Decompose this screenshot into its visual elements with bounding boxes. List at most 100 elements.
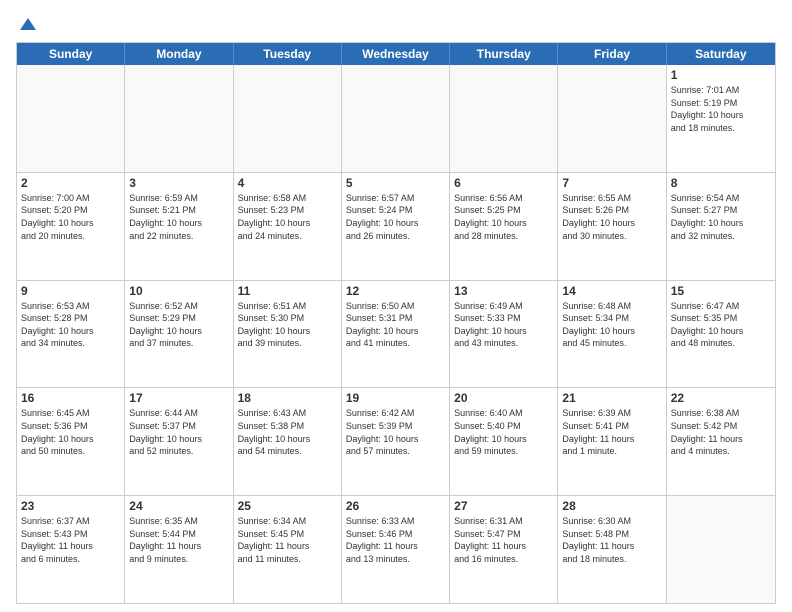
day-info: Sunrise: 6:45 AM Sunset: 5:36 PM Dayligh… [21,407,120,457]
day-info: Sunrise: 6:54 AM Sunset: 5:27 PM Dayligh… [671,192,771,242]
day-info: Sunrise: 6:35 AM Sunset: 5:44 PM Dayligh… [129,515,228,565]
day-info: Sunrise: 6:52 AM Sunset: 5:29 PM Dayligh… [129,300,228,350]
day-info: Sunrise: 6:42 AM Sunset: 5:39 PM Dayligh… [346,407,445,457]
calendar-cell: 11 Sunrise: 6:51 AM Sunset: 5:30 PM Dayli… [234,281,342,388]
calendar-cell: 7 Sunrise: 6:55 AM Sunset: 5:26 PM Daylig… [558,173,666,280]
day-info: Sunrise: 6:49 AM Sunset: 5:33 PM Dayligh… [454,300,553,350]
calendar-cell: 28 Sunrise: 6:30 AM Sunset: 5:48 PM Dayli… [558,496,666,603]
day-number: 18 [238,391,337,405]
day-info: Sunrise: 6:55 AM Sunset: 5:26 PM Dayligh… [562,192,661,242]
calendar-cell: 19 Sunrise: 6:42 AM Sunset: 5:39 PM Dayli… [342,388,450,495]
day-number: 15 [671,284,771,298]
calendar-cell: 23 Sunrise: 6:37 AM Sunset: 5:43 PM Dayli… [17,496,125,603]
weekday-header-thursday: Thursday [450,43,558,65]
day-info: Sunrise: 6:53 AM Sunset: 5:28 PM Dayligh… [21,300,120,350]
day-number: 26 [346,499,445,513]
calendar-cell: 15 Sunrise: 6:47 AM Sunset: 5:35 PM Dayli… [667,281,775,388]
day-number: 11 [238,284,337,298]
calendar-header: SundayMondayTuesdayWednesdayThursdayFrid… [17,43,775,65]
logo-icon [18,16,38,36]
day-number: 13 [454,284,553,298]
day-number: 4 [238,176,337,190]
day-info: Sunrise: 7:01 AM Sunset: 5:19 PM Dayligh… [671,84,771,134]
day-info: Sunrise: 6:58 AM Sunset: 5:23 PM Dayligh… [238,192,337,242]
day-info: Sunrise: 6:59 AM Sunset: 5:21 PM Dayligh… [129,192,228,242]
calendar-cell: 1 Sunrise: 7:01 AM Sunset: 5:19 PM Daylig… [667,65,775,172]
day-number: 21 [562,391,661,405]
calendar-cell: 6 Sunrise: 6:56 AM Sunset: 5:25 PM Daylig… [450,173,558,280]
calendar-cell: 21 Sunrise: 6:39 AM Sunset: 5:41 PM Dayli… [558,388,666,495]
calendar-cell: 4 Sunrise: 6:58 AM Sunset: 5:23 PM Daylig… [234,173,342,280]
day-number: 22 [671,391,771,405]
day-number: 28 [562,499,661,513]
weekday-header-friday: Friday [558,43,666,65]
weekday-header-saturday: Saturday [667,43,775,65]
logo [16,16,38,36]
day-info: Sunrise: 6:44 AM Sunset: 5:37 PM Dayligh… [129,407,228,457]
day-number: 8 [671,176,771,190]
day-info: Sunrise: 6:34 AM Sunset: 5:45 PM Dayligh… [238,515,337,565]
day-number: 10 [129,284,228,298]
day-number: 20 [454,391,553,405]
day-number: 19 [346,391,445,405]
day-info: Sunrise: 6:38 AM Sunset: 5:42 PM Dayligh… [671,407,771,457]
header [16,12,776,36]
calendar-cell [234,65,342,172]
day-info: Sunrise: 6:56 AM Sunset: 5:25 PM Dayligh… [454,192,553,242]
calendar-cell [17,65,125,172]
calendar-row-1: 2Sunrise: 7:00 AM Sunset: 5:20 PM Daylig… [17,173,775,281]
day-info: Sunrise: 6:51 AM Sunset: 5:30 PM Dayligh… [238,300,337,350]
day-number: 5 [346,176,445,190]
calendar-row-4: 23 Sunrise: 6:37 AM Sunset: 5:43 PM Dayli… [17,496,775,603]
day-info: Sunrise: 6:50 AM Sunset: 5:31 PM Dayligh… [346,300,445,350]
day-info: Sunrise: 6:48 AM Sunset: 5:34 PM Dayligh… [562,300,661,350]
day-number: 17 [129,391,228,405]
page: SundayMondayTuesdayWednesdayThursdayFrid… [0,0,792,612]
day-info: Sunrise: 6:33 AM Sunset: 5:46 PM Dayligh… [346,515,445,565]
day-number: 16 [21,391,120,405]
day-info: Sunrise: 6:37 AM Sunset: 5:43 PM Dayligh… [21,515,120,565]
calendar-cell: 3 Sunrise: 6:59 AM Sunset: 5:21 PM Daylig… [125,173,233,280]
day-number: 25 [238,499,337,513]
calendar-cell: 22 Sunrise: 6:38 AM Sunset: 5:42 PM Dayli… [667,388,775,495]
calendar-cell: 10 Sunrise: 6:52 AM Sunset: 5:29 PM Dayli… [125,281,233,388]
calendar-cell [125,65,233,172]
day-info: Sunrise: 6:43 AM Sunset: 5:38 PM Dayligh… [238,407,337,457]
weekday-header-monday: Monday [125,43,233,65]
day-number: 1 [671,68,771,82]
day-info: Sunrise: 6:47 AM Sunset: 5:35 PM Dayligh… [671,300,771,350]
day-info: Sunrise: 6:39 AM Sunset: 5:41 PM Dayligh… [562,407,661,457]
weekday-header-wednesday: Wednesday [342,43,450,65]
day-number: 27 [454,499,553,513]
calendar-cell: 9Sunrise: 6:53 AM Sunset: 5:28 PM Daylig… [17,281,125,388]
weekday-header-sunday: Sunday [17,43,125,65]
calendar-cell: 2Sunrise: 7:00 AM Sunset: 5:20 PM Daylig… [17,173,125,280]
calendar-cell [667,496,775,603]
day-info: Sunrise: 6:57 AM Sunset: 5:24 PM Dayligh… [346,192,445,242]
calendar-cell: 20Sunrise: 6:40 AM Sunset: 5:40 PM Dayli… [450,388,558,495]
calendar-cell: 12Sunrise: 6:50 AM Sunset: 5:31 PM Dayli… [342,281,450,388]
day-number: 7 [562,176,661,190]
calendar-cell: 18 Sunrise: 6:43 AM Sunset: 5:38 PM Dayli… [234,388,342,495]
calendar-row-3: 16 Sunrise: 6:45 AM Sunset: 5:36 PM Dayli… [17,388,775,496]
day-info: Sunrise: 6:31 AM Sunset: 5:47 PM Dayligh… [454,515,553,565]
calendar-row-0: 1 Sunrise: 7:01 AM Sunset: 5:19 PM Daylig… [17,65,775,173]
day-number: 6 [454,176,553,190]
calendar-cell: 14 Sunrise: 6:48 AM Sunset: 5:34 PM Dayli… [558,281,666,388]
calendar-cell: 5 Sunrise: 6:57 AM Sunset: 5:24 PM Daylig… [342,173,450,280]
day-number: 23 [21,499,120,513]
calendar-cell: 17 Sunrise: 6:44 AM Sunset: 5:37 PM Dayli… [125,388,233,495]
day-info: Sunrise: 6:30 AM Sunset: 5:48 PM Dayligh… [562,515,661,565]
calendar-cell: 13 Sunrise: 6:49 AM Sunset: 5:33 PM Dayli… [450,281,558,388]
day-number: 3 [129,176,228,190]
weekday-header-tuesday: Tuesday [234,43,342,65]
day-number: 14 [562,284,661,298]
calendar-cell [342,65,450,172]
calendar: SundayMondayTuesdayWednesdayThursdayFrid… [16,42,776,604]
day-number: 24 [129,499,228,513]
day-number: 2 [21,176,120,190]
calendar-row-2: 9Sunrise: 6:53 AM Sunset: 5:28 PM Daylig… [17,281,775,389]
calendar-cell: 16 Sunrise: 6:45 AM Sunset: 5:36 PM Dayli… [17,388,125,495]
calendar-cell: 25 Sunrise: 6:34 AM Sunset: 5:45 PM Dayli… [234,496,342,603]
calendar-cell [558,65,666,172]
